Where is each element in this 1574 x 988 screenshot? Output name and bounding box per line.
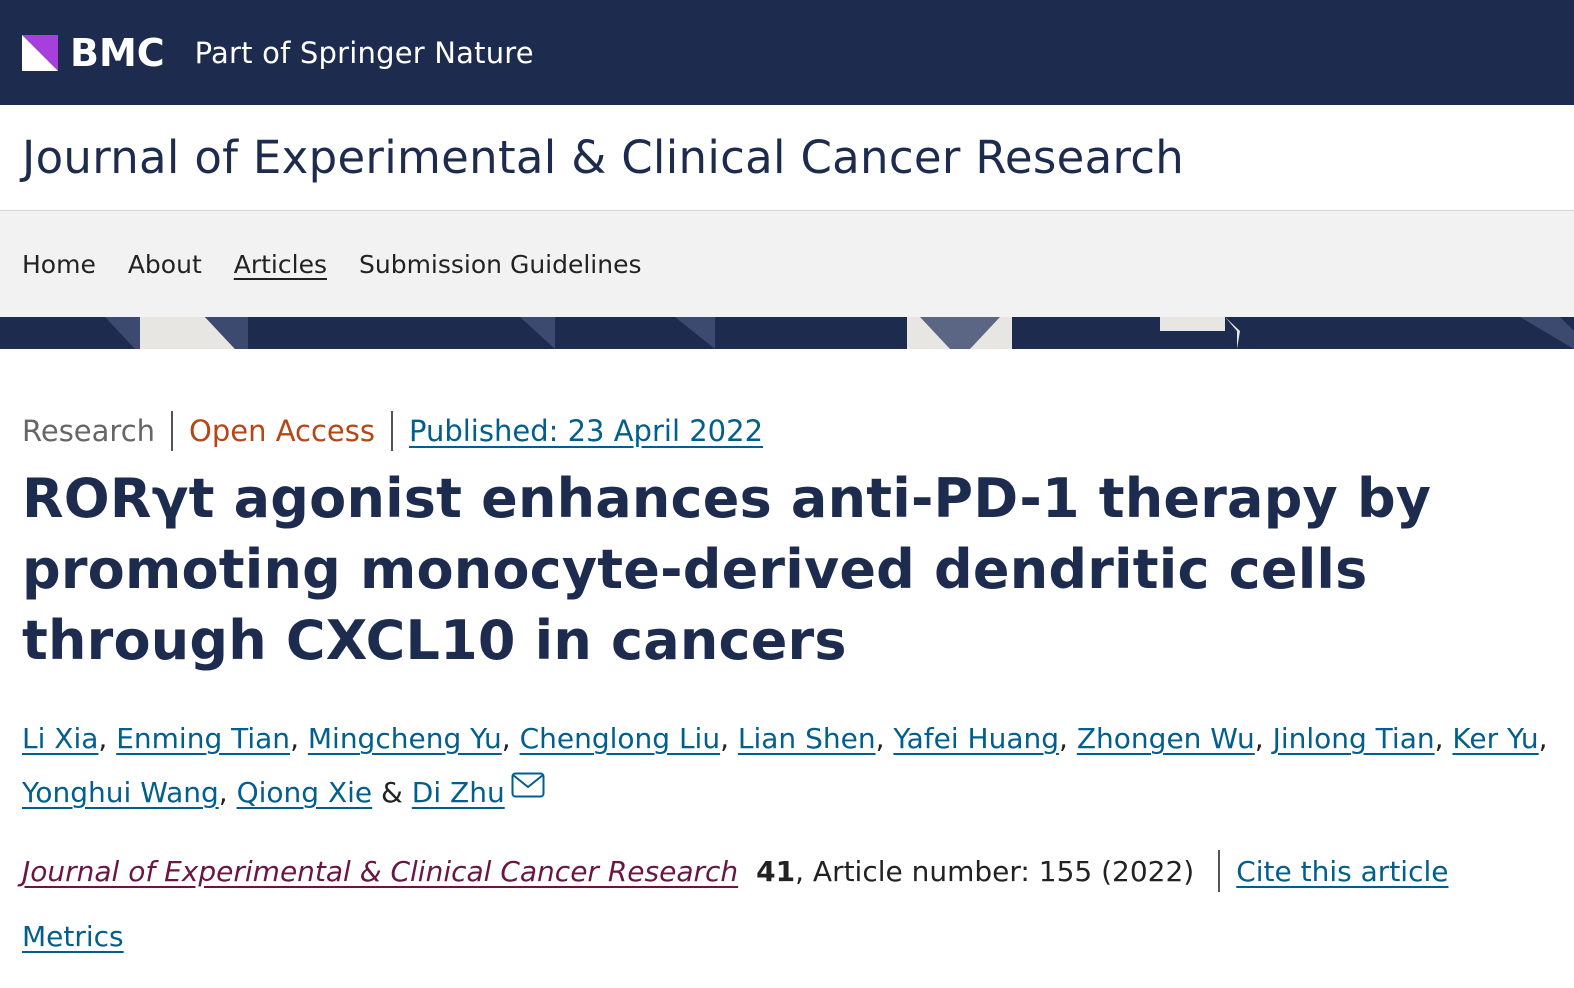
- author-link[interactable]: Lian Shen: [738, 722, 876, 755]
- journal-header: Journal of Experimental & Clinical Cance…: [0, 105, 1574, 211]
- author-separator: ,: [501, 722, 520, 755]
- cite-this-article-link[interactable]: Cite this article: [1236, 855, 1448, 888]
- author-link[interactable]: Jinlong Tian: [1273, 722, 1435, 755]
- nav-articles[interactable]: Articles: [234, 250, 327, 279]
- published-date-link[interactable]: Published: 23 April 2022: [409, 414, 763, 448]
- article-title: RORγt agonist enhances anti-PD-1 therapy…: [22, 467, 1432, 672]
- nav-about[interactable]: About: [128, 250, 202, 279]
- author-link[interactable]: Yafei Huang: [893, 722, 1059, 755]
- author-separator: ,: [1254, 722, 1273, 755]
- citation-details: , Article number: 155 (2022): [795, 854, 1195, 888]
- author-separator: ,: [1538, 722, 1548, 755]
- article: Research Open Access Published: 23 April…: [0, 411, 1574, 953]
- citation-divider: [1218, 850, 1221, 892]
- author-link[interactable]: Zhongen Wu: [1077, 722, 1255, 755]
- envelope-icon[interactable]: [511, 772, 545, 798]
- article-meta: Research Open Access Published: 23 April…: [22, 411, 1552, 451]
- brand-bar: BMC Part of Springer Nature: [0, 0, 1574, 105]
- author-link[interactable]: Qiong Xie: [237, 776, 373, 809]
- brand-tagline: Part of Springer Nature: [194, 35, 534, 70]
- metrics-link[interactable]: Metrics: [22, 920, 124, 953]
- decorative-pattern-band: [0, 317, 1574, 349]
- author-separator: ,: [720, 722, 738, 755]
- citation-volume: 41: [756, 854, 796, 888]
- citation-journal-link[interactable]: Journal of Experimental & Clinical Cance…: [22, 855, 738, 888]
- author-link[interactable]: Chenglong Liu: [520, 722, 721, 755]
- nav-home[interactable]: Home: [22, 250, 96, 279]
- author-link[interactable]: Mingcheng Yu: [308, 722, 502, 755]
- author-separator: &: [372, 776, 412, 809]
- author-separator: ,: [1059, 722, 1077, 755]
- article-type: Research: [22, 414, 156, 448]
- bmc-logo-text: BMC: [70, 30, 165, 75]
- meta-divider: [171, 411, 174, 451]
- journal-title[interactable]: Journal of Experimental & Clinical Cance…: [22, 131, 1184, 184]
- nav-submission-guidelines[interactable]: Submission Guidelines: [359, 250, 642, 279]
- meta-divider: [390, 411, 393, 451]
- author-link[interactable]: Di Zhu: [412, 776, 505, 809]
- citation-line: Journal of Experimental & Clinical Cance…: [22, 850, 1552, 892]
- author-separator: ,: [218, 776, 237, 809]
- bmc-logo[interactable]: BMC: [22, 31, 165, 75]
- main-nav: Home About Articles Submission Guideline…: [0, 211, 1574, 317]
- author-separator: ,: [1434, 722, 1453, 755]
- open-access-label: Open Access: [189, 414, 375, 448]
- author-link[interactable]: Li Xia: [22, 722, 98, 755]
- author-separator: ,: [290, 722, 308, 755]
- author-list: Li Xia, Enming Tian, Mingcheng Yu, Cheng…: [22, 712, 1552, 820]
- author-separator: ,: [98, 722, 117, 755]
- bmc-logo-icon: [22, 34, 58, 71]
- author-separator: ,: [875, 722, 894, 755]
- author-link[interactable]: Yonghui Wang: [22, 776, 219, 809]
- author-link[interactable]: Enming Tian: [116, 722, 290, 755]
- author-link[interactable]: Ker Yu: [1452, 722, 1538, 755]
